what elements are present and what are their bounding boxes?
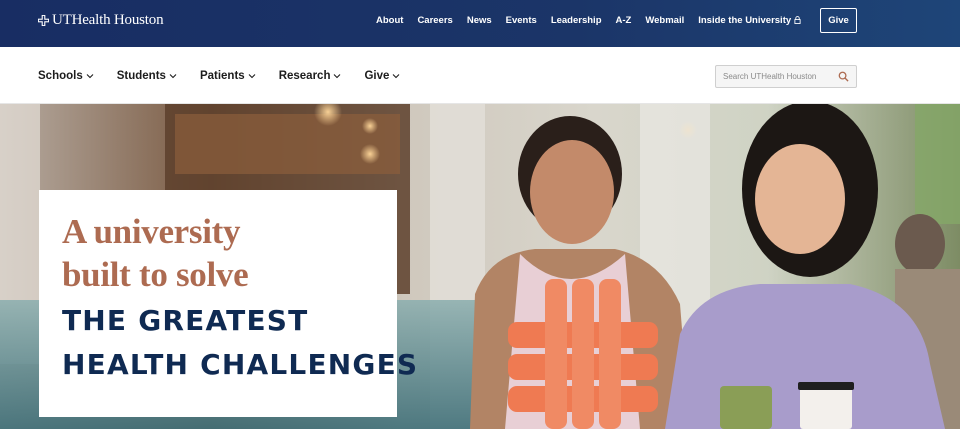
logo-cross-icon [38,14,49,26]
util-link-about[interactable]: About [376,15,403,26]
main-nav-schools-label: Schools [38,69,83,82]
main-nav-give-label: Give [364,69,390,82]
main-nav-students[interactable]: Students [117,70,177,82]
main-nav-students-label: Students [116,69,166,82]
util-link-inside-label: Inside the University [698,14,792,26]
main-nav-research[interactable]: Research [279,70,342,82]
search-input[interactable] [716,66,834,87]
utility-nav: About Careers News Events Leadership A-Z… [376,0,815,40]
util-link-inside-university[interactable]: Inside the University [698,15,801,26]
utility-bar: UTHealth Houston About Careers News Even… [0,0,960,47]
chevron-down-icon [334,73,341,78]
give-button[interactable]: Give [820,8,857,33]
util-link-careers[interactable]: Careers [417,15,452,26]
main-nav-patients[interactable]: Patients [200,70,256,82]
logo-text: UTHealth Houston [52,11,164,28]
chevron-down-icon [86,73,94,78]
hero-banner: A university built to solve THE GREATEST… [0,104,960,429]
chevron-down-icon [393,73,400,78]
hero-headline-line1: A university [62,212,241,251]
site-logo[interactable]: UTHealth Houston [38,11,164,29]
main-nav-menu: Schools Students Patients Research Give [38,47,423,104]
main-nav-patients-label: Patients [199,69,245,82]
search-box [715,65,857,88]
lock-icon [794,16,801,24]
util-link-webmail[interactable]: Webmail [645,15,684,26]
hero-headline-line4: HEALTH CHALLENGES [62,348,419,381]
util-link-a-z[interactable]: A-Z [616,15,632,26]
util-link-leadership[interactable]: Leadership [551,15,602,26]
main-nav-schools[interactable]: Schools [38,70,94,82]
hero-headline-line3: THE GREATEST [62,304,309,337]
main-nav-give[interactable]: Give [364,70,400,82]
chevron-down-icon [248,73,256,78]
hero-headline-line2: built to solve [62,255,249,294]
search-icon[interactable] [838,71,849,82]
main-nav-research-label: Research [278,69,331,82]
util-link-news[interactable]: News [467,15,492,26]
main-nav: Schools Students Patients Research Give [0,47,960,104]
util-link-events[interactable]: Events [506,15,537,26]
hero-headline-card: A university built to solve THE GREATEST… [39,190,417,417]
chevron-down-icon [169,73,177,78]
